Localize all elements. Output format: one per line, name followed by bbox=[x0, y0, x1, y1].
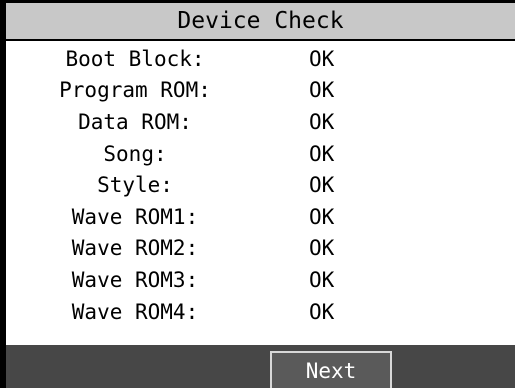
device-check-list: Boot Block: OK Program ROM: OK Data ROM:… bbox=[6, 43, 515, 327]
list-item: Song: OK bbox=[6, 138, 515, 170]
device-status: OK bbox=[309, 78, 335, 103]
device-label: Program ROM: bbox=[59, 78, 211, 103]
list-item: Wave ROM2: OK bbox=[6, 233, 515, 265]
title-bar: Device Check bbox=[6, 3, 515, 41]
list-item: Wave ROM1: OK bbox=[6, 201, 515, 233]
list-item: Style: OK bbox=[6, 169, 515, 201]
device-status: OK bbox=[309, 141, 335, 166]
device-status: OK bbox=[309, 109, 335, 134]
device-status: OK bbox=[309, 204, 335, 229]
page-title: Device Check bbox=[177, 8, 344, 34]
list-item: Program ROM: OK bbox=[6, 75, 515, 107]
list-item: Wave ROM4: OK bbox=[6, 296, 515, 328]
list-item: Data ROM: OK bbox=[6, 106, 515, 138]
device-label: Wave ROM2: bbox=[71, 236, 199, 261]
device-status: OK bbox=[309, 236, 335, 261]
device-status: OK bbox=[309, 267, 335, 292]
device-label: Wave ROM4: bbox=[71, 299, 199, 324]
device-label: Style: bbox=[97, 173, 173, 198]
device-status: OK bbox=[309, 173, 335, 198]
device-status: OK bbox=[309, 46, 335, 71]
device-label: Wave ROM1: bbox=[71, 204, 199, 229]
footer-bar: Next bbox=[6, 345, 515, 388]
next-button[interactable]: Next bbox=[270, 351, 392, 388]
device-label: Song: bbox=[103, 141, 167, 166]
device-status: OK bbox=[309, 299, 335, 324]
list-item: Wave ROM3: OK bbox=[6, 264, 515, 296]
device-label: Wave ROM3: bbox=[71, 267, 199, 292]
list-item: Boot Block: OK bbox=[6, 43, 515, 75]
device-label: Boot Block: bbox=[65, 46, 205, 71]
device-check-screen: Device Check Boot Block: OK Program ROM:… bbox=[0, 0, 515, 388]
device-label: Data ROM: bbox=[78, 109, 192, 134]
